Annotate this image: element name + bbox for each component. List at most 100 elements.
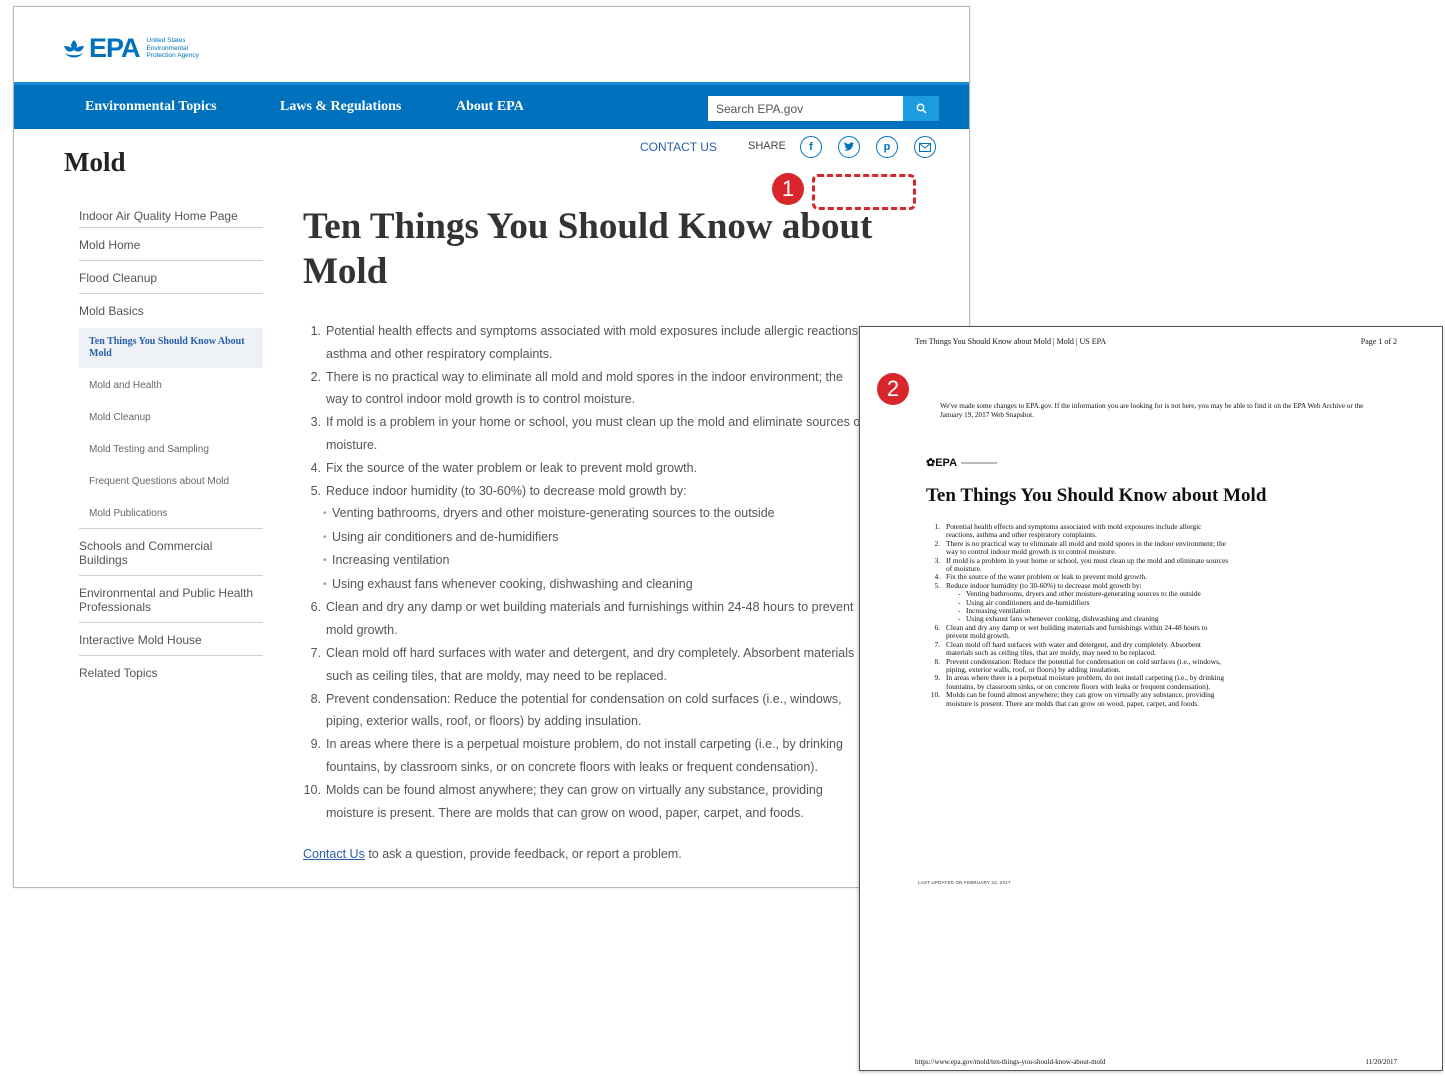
web-list-number: 2. xyxy=(310,369,321,384)
page-title: Mold xyxy=(64,147,126,177)
web-list-number: 4. xyxy=(310,460,321,475)
web-list-number: 9. xyxy=(310,737,321,752)
web-list-text: way to control indoor mold growth is to … xyxy=(326,392,636,407)
search-button[interactable] xyxy=(903,96,939,121)
web-list-bullet: Increasing ventilation xyxy=(301,549,861,573)
print-list-number: 8. xyxy=(934,656,940,666)
agency-name: United States Environmental Protection A… xyxy=(146,37,199,60)
sidebar-item-schools[interactable]: Schools and Commercial Buildings xyxy=(79,529,263,576)
print-epa-logo: ✿ EPA xyxy=(926,456,998,469)
print-list-number: 2. xyxy=(934,538,940,548)
contact-footer: Contact Us to ask a question, provide fe… xyxy=(303,847,682,861)
epa-logo-mark: EPA xyxy=(61,33,141,64)
sidebar-item-mold-basics[interactable]: Mold Basics xyxy=(79,294,263,328)
sidebar-item-mold-house[interactable]: Interactive Mold House xyxy=(79,623,263,656)
print-list-line: 3. If mold is a problem in your home or s… xyxy=(926,555,1386,565)
facebook-share-button[interactable]: f xyxy=(800,136,822,158)
print-list-text: If mold is a problem in your home or sch… xyxy=(946,555,1229,565)
sidebar-subitem-ten-things[interactable]: Ten Things You Should Know About Mold xyxy=(79,328,263,368)
print-date: 11/20/2017 xyxy=(1365,1058,1397,1066)
sidebar-item-indoor-air[interactable]: Indoor Air Quality Home Page xyxy=(79,206,263,228)
sidebar-item-health-professionals[interactable]: Environmental and Public Health Professi… xyxy=(79,576,263,623)
facebook-icon: f xyxy=(809,141,813,153)
web-list-line: fountains, by classroom sinks, or on con… xyxy=(301,756,861,779)
sidebar-subitem-testing[interactable]: Mold Testing and Sampling xyxy=(79,432,263,464)
article-title: Ten Things You Should Know about Mold xyxy=(303,206,873,292)
web-list-text: asthma and other respiratory complaints. xyxy=(326,346,553,361)
email-share-button[interactable] xyxy=(914,136,936,158)
web-list-text: moisture. xyxy=(326,437,378,452)
twitter-share-button[interactable] xyxy=(838,136,860,158)
print-title: Ten Things You Should Know about Mold xyxy=(926,485,1267,506)
print-list-number: 7. xyxy=(934,639,940,649)
web-list-text: Clean and dry any damp or wet building m… xyxy=(326,600,854,615)
nav-environmental-topics[interactable]: Environmental Topics xyxy=(85,99,217,115)
web-list-line: moisture is present. There are molds tha… xyxy=(301,802,861,825)
print-header-title: Ten Things You Should Know about Mold | … xyxy=(915,337,1107,346)
site-header: EPA United States Environmental Protecti… xyxy=(14,7,969,82)
web-list-line: 4. Fix the source of the water problem or… xyxy=(301,457,861,480)
web-list-line: 1. Potential health effects and symptoms … xyxy=(301,320,862,343)
web-list-line: 8. Prevent condensation: Reduce the poten… xyxy=(301,688,861,711)
web-list-line: 10. Molds can be found almost anywhere; t… xyxy=(301,779,861,802)
pinterest-icon: p xyxy=(883,141,891,153)
sidebar-item-related-topics[interactable]: Related Topics xyxy=(79,656,263,688)
nav-about-epa[interactable]: About EPA xyxy=(456,99,524,115)
web-list-line: 9. In areas where there is a perpetual mo… xyxy=(301,733,861,756)
web-list-bullet: Using exhaust fans whenever cooking, dis… xyxy=(301,573,861,597)
web-list-line: piping, exterior walls, roof, or floors)… xyxy=(301,710,861,733)
print-list-number: 10. xyxy=(930,690,940,700)
print-url: https://www.epa.gov/mold/ten-things-you-… xyxy=(915,1058,1106,1066)
web-list-line: moisture. xyxy=(301,434,861,457)
web-list-text: There is no practical way to eliminate a… xyxy=(326,369,843,384)
sidebar-item-mold-home[interactable]: Mold Home xyxy=(79,228,263,261)
web-list-line: way to control indoor mold growth is to … xyxy=(301,388,861,411)
contact-us-link[interactable]: CONTACT US xyxy=(640,140,717,154)
sidebar-item-flood-cleanup[interactable]: Flood Cleanup xyxy=(79,261,263,294)
article-list: 1. Potential health effects and symptoms … xyxy=(301,320,864,825)
web-list-line: mold growth. xyxy=(301,619,861,642)
search-input[interactable] xyxy=(708,96,903,121)
sidebar-nav: Indoor Air Quality Home Page Mold Home F… xyxy=(79,206,263,688)
print-list-number: 1. xyxy=(934,522,940,531)
print-notice: We've made some changes to EPA.gov. If t… xyxy=(940,402,1364,419)
web-list-line: asthma and other respiratory complaints. xyxy=(301,343,861,366)
web-list-text: Prevent condensation: Reduce the potenti… xyxy=(326,691,842,706)
web-list-bullet: Using air conditioners and de-humidifier… xyxy=(301,526,861,550)
web-list-text: Molds can be found almost anywhere; they… xyxy=(326,782,823,797)
web-list-number: 3. xyxy=(310,415,321,430)
web-list-line: 7. Clean mold off hard surfaces with wate… xyxy=(301,642,861,665)
print-logo-text: EPA xyxy=(935,456,958,469)
web-list-text: Clean mold off hard surfaces with water … xyxy=(326,645,855,660)
epa-flower-icon xyxy=(64,39,84,57)
web-list-number: 7. xyxy=(310,645,321,660)
web-list-number: 8. xyxy=(310,691,321,706)
contact-footer-text: to ask a question, provide feedback, or … xyxy=(364,847,682,861)
web-list-number: 6. xyxy=(310,600,321,615)
print-list-number: 5. xyxy=(934,580,940,590)
web-list-number: 10. xyxy=(303,782,321,797)
epa-logo[interactable]: EPA United States Environmental Protecti… xyxy=(61,33,217,64)
web-list-number: 1. xyxy=(310,324,321,338)
sidebar-subitem-mold-health[interactable]: Mold and Health xyxy=(79,368,263,400)
twitter-icon xyxy=(844,142,855,151)
print-logo-icon: ✿ xyxy=(926,457,936,469)
pinterest-share-button[interactable]: p xyxy=(876,136,898,158)
web-list-line: 6. Clean and dry any damp or wet building… xyxy=(301,596,861,619)
web-list-text: In areas where there is a perpetual mois… xyxy=(326,737,843,752)
email-icon xyxy=(919,142,931,152)
web-list-text: fountains, by classroom sinks, or on con… xyxy=(326,759,818,774)
contact-us-footer-link[interactable]: Contact Us xyxy=(303,847,365,861)
print-list-number: 3. xyxy=(934,555,940,565)
print-list-number: 9. xyxy=(934,673,940,683)
web-list-line: 5. Reduce indoor humidity (to 30-60%) to … xyxy=(301,480,861,503)
print-preview-page: Ten Things You Should Know about Mold | … xyxy=(859,326,1443,1071)
main-nav: Environmental Topics Laws & Regulations … xyxy=(14,82,969,129)
sidebar-subitem-faq[interactable]: Frequent Questions about Mold xyxy=(79,464,263,496)
sidebar-subitem-publications[interactable]: Mold Publications xyxy=(79,496,263,529)
share-label: SHARE xyxy=(748,140,786,152)
print-page-number: Page 1 of 2 xyxy=(1360,337,1397,346)
web-list-text: moisture is present. There are molds tha… xyxy=(326,805,804,820)
nav-laws-regulations[interactable]: Laws & Regulations xyxy=(280,99,401,115)
sidebar-subitem-mold-cleanup[interactable]: Mold Cleanup xyxy=(79,400,263,432)
